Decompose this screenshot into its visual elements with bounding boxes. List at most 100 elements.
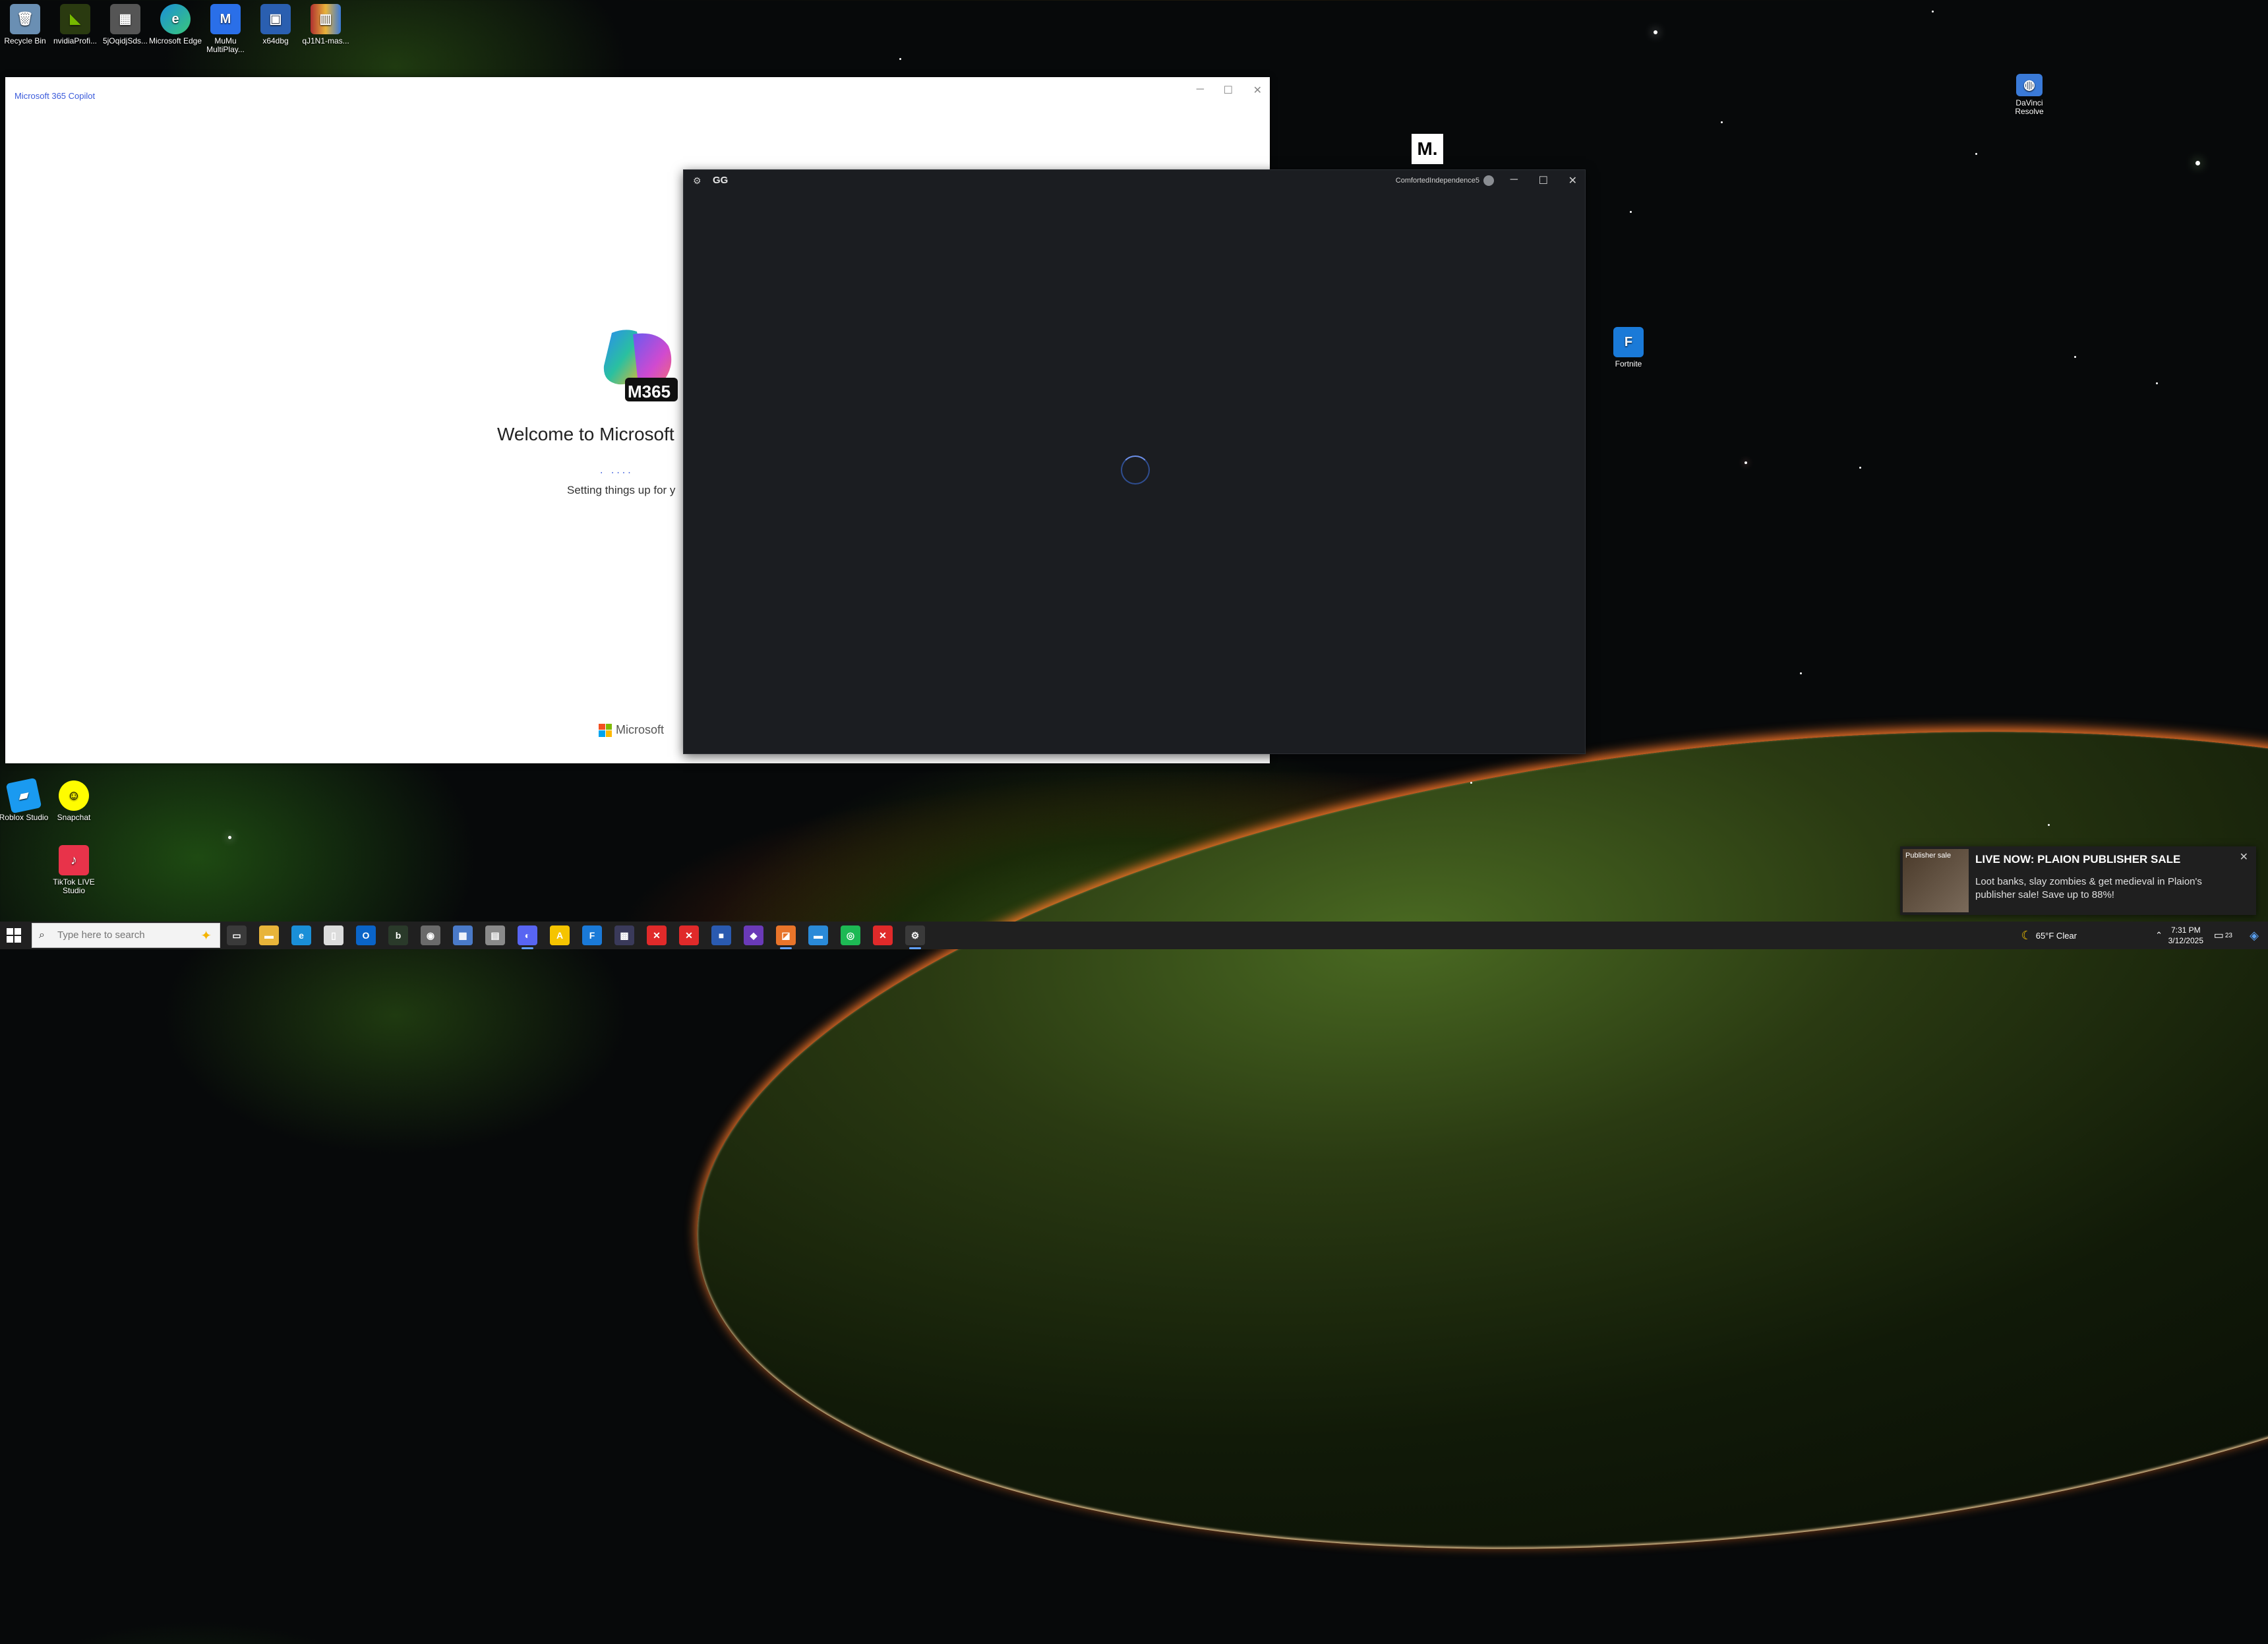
desktop-icon-label: TikTok LIVE Studio <box>53 877 95 895</box>
edge-icon[interactable]: e <box>291 925 311 945</box>
chrome-app-icon[interactable]: ◉ <box>421 925 440 945</box>
notification-title: LIVE NOW: PLAION PUBLISHER SALE <box>1975 853 2181 866</box>
desktop-icon-roblox-studio[interactable]: ▰ Roblox Studio <box>0 777 51 822</box>
roblox-studio-icon: ▰ <box>5 777 42 814</box>
minimize-icon[interactable]: ─ <box>1197 84 1204 96</box>
app-grid-icon[interactable]: ▩ <box>614 925 634 945</box>
fortnite-icon[interactable]: F <box>582 925 602 945</box>
error-app-icon[interactable]: ✕ <box>873 925 893 945</box>
visual-studio-icon[interactable]: ◆ <box>744 925 763 945</box>
desktop-icon-label: MuMu MultiPlay... <box>206 36 245 54</box>
snapchat-icon: ☺ <box>59 780 89 811</box>
taskbar-clock[interactable]: 7:31 PM 3/12/2025 <box>2168 925 2203 946</box>
maximize-icon[interactable]: ☐ <box>1224 84 1233 97</box>
microsoft-footer-text: Microsoft <box>616 723 665 736</box>
taskbar: ⌕ ✦ ▭▬e▯Ob◉▦▤◐AF▩✕✕■◆◪▬◎✕⚙ ☾ 65°F Clear … <box>0 922 2268 949</box>
close-icon[interactable]: ✕ <box>1253 84 1262 97</box>
weather-widget[interactable]: ☾ 65°F Clear <box>2021 922 2077 949</box>
clock-date: 3/12/2025 <box>2168 936 2203 945</box>
desktop-icon-label: x64dbg <box>262 36 289 45</box>
notification-thumbnail: Publisher sale <box>1903 849 1969 912</box>
desktop-icon-label: Microsoft Edge <box>148 36 202 45</box>
file-explorer-icon[interactable]: ▬ <box>259 925 279 945</box>
gg-username[interactable]: ComfortedIndependence5 <box>1396 177 1479 185</box>
welcome-heading: Welcome to Microsoft <box>497 424 674 444</box>
outlook-icon[interactable]: O <box>356 925 376 945</box>
thumbnail-label: Publisher sale <box>1905 852 1952 860</box>
loading-spinner-icon <box>1121 455 1150 484</box>
desktop-icon-label: DaVinci Resolve <box>2015 98 2044 116</box>
search-highlight-icon: ✦ <box>200 929 212 943</box>
close-icon[interactable]: ✕ <box>1568 174 1577 187</box>
weather-text: 65°F Clear <box>2035 930 2077 941</box>
window-title: Microsoft 365 Copilot <box>15 91 96 101</box>
archive-icon: ▥ <box>311 4 341 34</box>
desktop-icon-label: qJ1N1-mas... <box>302 36 349 45</box>
desktop-icon-label: Snapchat <box>57 813 91 822</box>
edge-icon: e <box>160 4 191 34</box>
show-hidden-icons-icon[interactable]: ⌃ <box>2155 922 2163 949</box>
notification-center-icon[interactable]: ▭ 23 <box>2214 922 2232 949</box>
notepad-icon[interactable]: ▯ <box>324 925 343 945</box>
nvidia-icon: ◣ <box>60 4 90 34</box>
loading-dots: . .... <box>600 465 634 476</box>
close-app-2-icon[interactable]: ✕ <box>679 925 699 945</box>
desktop-icon-tiktok-live[interactable]: ♪ TikTok LIVE Studio <box>46 845 102 895</box>
desktop-icon-fortnite[interactable]: F Fortnite <box>1601 327 1656 368</box>
desktop-icon-label: 5jOqidjSds... <box>102 36 148 45</box>
desktop-icon-label: Roblox Studio <box>0 813 49 822</box>
desktop-icon-image-file[interactable]: ▦ 5jOqidjSds... <box>98 4 153 45</box>
notes-icon[interactable]: ▤ <box>485 925 505 945</box>
desktop-icon-mumu[interactable]: M MuMu MultiPlay... <box>198 4 253 54</box>
desktop-icon-x64dbg[interactable]: ▣ x64dbg <box>248 4 303 45</box>
explorer-folder-icon[interactable]: ▬ <box>808 925 828 945</box>
photos-icon[interactable]: ▦ <box>453 925 473 945</box>
mumu-icon: M <box>210 4 241 34</box>
close-icon[interactable]: ✕ <box>2240 850 2248 864</box>
search-input[interactable] <box>56 929 191 941</box>
recycle-bin-icon: 🗑 <box>10 4 40 34</box>
davinci-resolve-icon: ◍ <box>2016 74 2043 96</box>
setup-status-text: Setting things up for y <box>567 484 676 496</box>
desktop-icon-nvidia-profile[interactable]: ◣ nvidiaProfi... <box>47 4 103 45</box>
m365-logo-text: M365 <box>628 382 671 401</box>
gg-window: ⚙ GG ComfortedIndependence5 ─ ☐ ✕ <box>683 169 1586 754</box>
image-file-icon: ▦ <box>110 4 140 34</box>
x64dbg-icon: ▣ <box>260 4 291 34</box>
desktop-icon-label: nvidiaProfi... <box>53 36 98 45</box>
notification-toast[interactable]: Publisher sale LIVE NOW: PLAION PUBLISHE… <box>1900 846 2256 915</box>
avatar[interactable] <box>1483 175 1494 186</box>
app-blue-icon[interactable]: ■ <box>711 925 731 945</box>
tiktok-live-icon: ♪ <box>59 845 89 875</box>
task-view-icon[interactable]: ▭ <box>227 925 247 945</box>
desktop-icon-davinci-resolve[interactable]: ◍ DaVinci Resolve <box>2002 74 2057 116</box>
desktop-icon-recycle-bin[interactable]: 🗑 Recycle Bin <box>0 4 53 45</box>
discord-icon[interactable]: ◐ <box>518 925 537 949</box>
clock-time: 7:31 PM <box>2170 925 2201 935</box>
start-button[interactable] <box>7 928 21 943</box>
microsoft-footer: Microsoft <box>599 723 664 737</box>
wallpaper-planet <box>657 637 2268 1644</box>
maximize-icon[interactable]: ☐ <box>1539 174 1548 187</box>
app-green-icon[interactable]: b <box>388 925 408 945</box>
gg-app-icon[interactable]: ⚙ <box>905 925 925 949</box>
gg-app-icon: ⚙ <box>693 175 701 186</box>
desktop-icon-archive[interactable]: ▥ qJ1N1-mas... <box>298 4 353 45</box>
gg-title-bar[interactable]: ⚙ GG ComfortedIndependence5 ─ ☐ ✕ <box>684 170 1585 191</box>
copilot-tray-icon[interactable]: ◈ <box>2250 922 2259 949</box>
notification-count: 23 <box>2224 931 2232 939</box>
search-icon: ⌕ <box>39 929 45 941</box>
minimize-icon[interactable]: ─ <box>1510 174 1518 186</box>
desktop-icon-label: Recycle Bin <box>4 36 46 45</box>
close-app-icon[interactable]: ✕ <box>647 925 667 945</box>
app-orange-icon[interactable]: ◪ <box>776 925 796 949</box>
medium-app-icon[interactable]: M. <box>1412 134 1443 164</box>
norton-icon[interactable]: A <box>550 925 570 945</box>
taskbar-search[interactable]: ⌕ ✦ <box>32 923 220 948</box>
spotify-icon[interactable]: ◎ <box>841 925 860 945</box>
notification-body: Loot banks, slay zombies & get medieval … <box>1975 876 2202 900</box>
desktop-icon-edge[interactable]: e Microsoft Edge <box>148 4 203 45</box>
desktop-icon-label: Fortnite <box>1615 359 1642 368</box>
fortnite-icon: F <box>1613 327 1644 357</box>
desktop-icon-snapchat[interactable]: ☺ Snapchat <box>46 780 102 822</box>
